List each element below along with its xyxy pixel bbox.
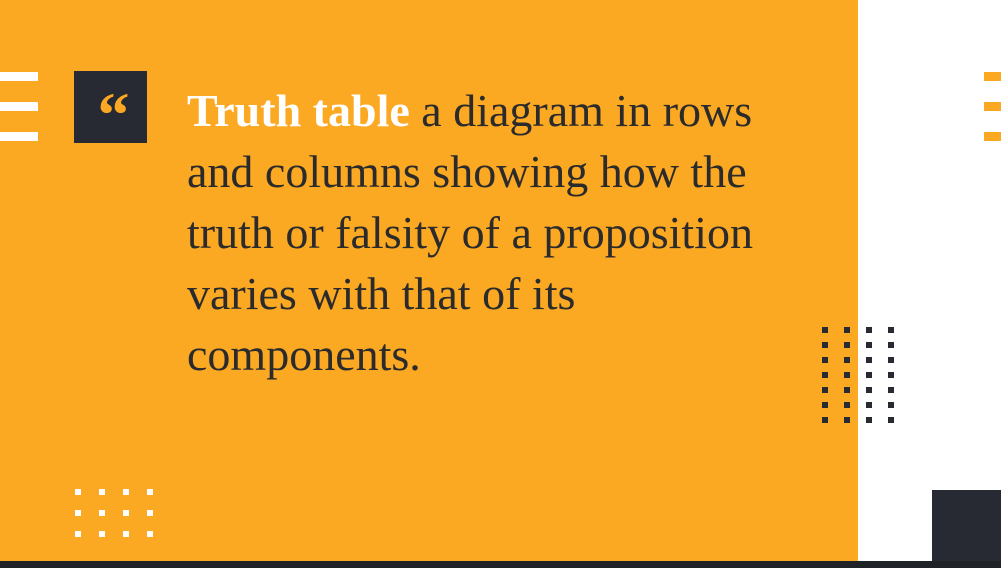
- decor-dot: [844, 327, 850, 333]
- decor-dot: [866, 342, 872, 348]
- decor-dot: [888, 372, 894, 378]
- decor-dot: [822, 417, 828, 423]
- right-dot-grid: [822, 327, 894, 423]
- decor-bar: [0, 132, 38, 141]
- definition-text: Truth table a diagram in rows and column…: [187, 80, 787, 385]
- decor-dot: [888, 387, 894, 393]
- decor-dot: [888, 342, 894, 348]
- decor-dot: [888, 402, 894, 408]
- left-bars-decoration: [0, 72, 38, 142]
- decor-dot: [866, 357, 872, 363]
- decor-dot: [99, 510, 105, 516]
- quote-mark-icon: “: [74, 71, 147, 150]
- bottom-left-dot-grid: [75, 489, 153, 537]
- decor-dot: [888, 357, 894, 363]
- decor-dot: [75, 489, 81, 495]
- decor-dot: [123, 510, 129, 516]
- decor-dot: [888, 327, 894, 333]
- decor-bar: [0, 72, 38, 81]
- decor-bar: [984, 102, 1001, 111]
- bottom-edge-bar: [0, 561, 1001, 568]
- decor-dot: [99, 489, 105, 495]
- decor-dot: [99, 531, 105, 537]
- decor-dot: [822, 402, 828, 408]
- decor-dot: [866, 387, 872, 393]
- decor-dot: [844, 342, 850, 348]
- decor-dot: [888, 417, 894, 423]
- decor-dot: [844, 372, 850, 378]
- decor-dot: [147, 510, 153, 516]
- decor-dot: [866, 402, 872, 408]
- decor-dot: [844, 402, 850, 408]
- decor-dot: [844, 357, 850, 363]
- quote-mark: “: [97, 79, 130, 150]
- dark-corner-block: [932, 490, 1001, 561]
- decor-dot: [147, 531, 153, 537]
- screen: “ Truth table a diagram in rows and colu…: [0, 0, 1001, 568]
- decor-dot: [75, 510, 81, 516]
- decor-dot: [75, 531, 81, 537]
- decor-dot: [123, 489, 129, 495]
- decor-bar: [0, 102, 38, 111]
- decor-dot: [822, 357, 828, 363]
- decor-bar: [984, 72, 1001, 81]
- decor-dot: [844, 417, 850, 423]
- right-bars-decoration: [984, 72, 1001, 142]
- decor-bar: [984, 132, 1001, 141]
- decor-dot: [822, 372, 828, 378]
- decor-dot: [822, 327, 828, 333]
- decor-dot: [147, 489, 153, 495]
- decor-dot: [866, 327, 872, 333]
- slide: “ Truth table a diagram in rows and colu…: [0, 0, 1001, 561]
- decor-dot: [822, 342, 828, 348]
- decor-dot: [844, 387, 850, 393]
- decor-dot: [866, 417, 872, 423]
- decor-dot: [123, 531, 129, 537]
- decor-dot: [866, 372, 872, 378]
- term-highlight: Truth table: [187, 85, 410, 136]
- decor-dot: [822, 387, 828, 393]
